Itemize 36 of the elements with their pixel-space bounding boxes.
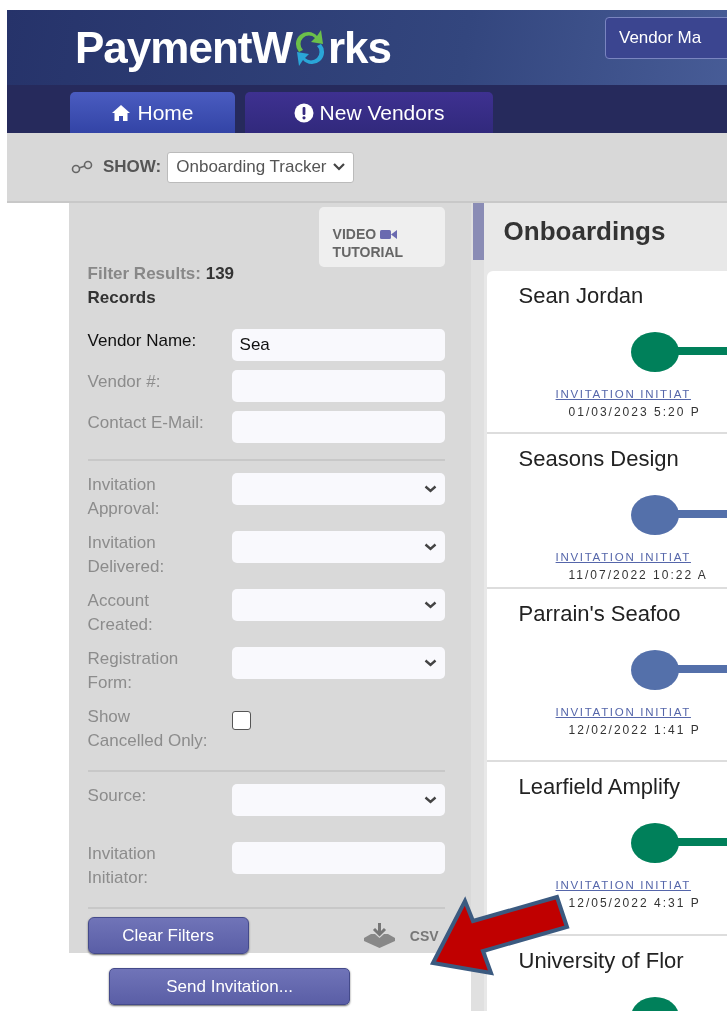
clear-filters-button[interactable]: Clear Filters bbox=[87, 917, 249, 954]
send-invitation-button[interactable]: Send Invitation... bbox=[109, 968, 351, 1005]
filter-label: Contact E-Mail: bbox=[87, 412, 205, 434]
filter-label: Account Created: bbox=[87, 590, 154, 636]
vendor-name: Learfield Amplify bbox=[518, 773, 681, 801]
filter-label: Show Cancelled Only: bbox=[87, 706, 209, 752]
status-date: 11/07/2022 10:22 A bbox=[568, 568, 709, 582]
show-label: SHOW: bbox=[103, 157, 162, 177]
nav-tab[interactable]: Home bbox=[70, 92, 235, 133]
view-select[interactable]: Onboarding Tracker bbox=[167, 151, 354, 183]
filter-label: Invitation Approval: bbox=[87, 474, 161, 520]
filter-label: Vendor #: bbox=[87, 371, 162, 393]
status-date: 12/02/2022 1:41 P bbox=[568, 723, 702, 737]
status-link[interactable]: INVITATION INITIAT bbox=[555, 879, 691, 891]
vendor-name: Seasons Design bbox=[518, 445, 680, 473]
vendor-name: Sean Jordan bbox=[518, 282, 645, 310]
csv-link[interactable]: CSV bbox=[409, 927, 439, 944]
filter-results: Filter Results: 139 Records bbox=[87, 263, 236, 309]
filter-input[interactable]: Sea bbox=[231, 329, 445, 361]
vendor-name: Parrain's Seafoo bbox=[518, 600, 682, 628]
filter-label: Vendor Name: bbox=[87, 330, 198, 352]
filter-label: Source: bbox=[87, 785, 148, 807]
filter-label: Invitation Delivered: bbox=[87, 532, 166, 578]
filter-label: Invitation Initiator: bbox=[87, 843, 157, 889]
status-link[interactable]: INVITATION INITIAT bbox=[555, 551, 691, 563]
vendor-button[interactable]: Vendor Ma bbox=[605, 17, 727, 59]
status-link[interactable]: INVITATION INITIAT bbox=[555, 706, 691, 718]
vendor-name: University of Flor bbox=[518, 947, 685, 975]
filter-label: Registration Form: bbox=[87, 648, 180, 694]
status-date: 12/05/2022 4:31 P bbox=[568, 896, 702, 910]
section-title: Onboardings bbox=[502, 215, 667, 248]
status-link[interactable]: INVITATION INITIAT bbox=[555, 388, 691, 400]
status-date: 01/03/2023 5:20 P bbox=[568, 405, 702, 419]
logo: PaymentW rks bbox=[75, 21, 393, 74]
video-tutorial-button[interactable]: VIDEO TUTORIAL bbox=[318, 207, 445, 267]
nav-tab[interactable]: New Vendors bbox=[245, 92, 493, 133]
